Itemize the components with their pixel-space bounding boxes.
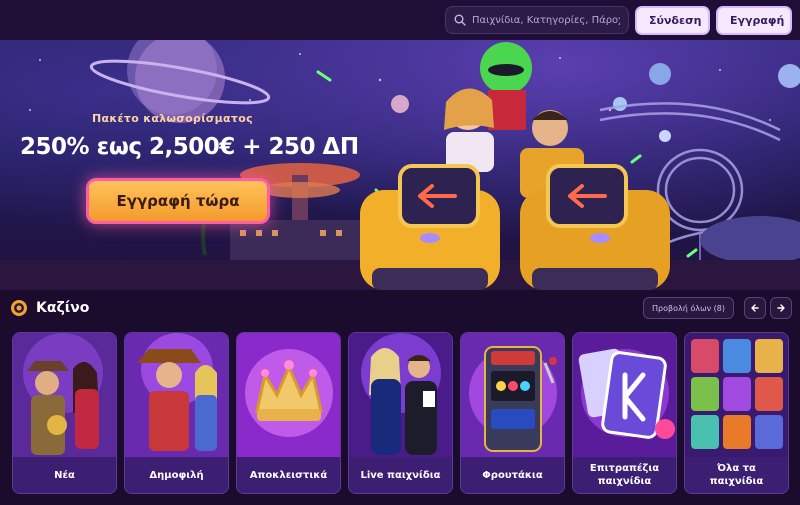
top-header: Σύνδεση Εγγραφή: [0, 0, 800, 40]
arrow-left-icon: [751, 304, 759, 312]
game-tiles-illustration: [685, 333, 788, 459]
card-label: Live παιχνίδια: [349, 457, 452, 493]
search-icon: [454, 14, 466, 26]
section-header: Καζίνο Προβολή όλων (8): [10, 296, 792, 320]
card-label: Όλα τα παιχνίδια: [685, 457, 788, 493]
category-card-slots[interactable]: Φρουτάκια: [460, 332, 565, 494]
hero-banner[interactable]: Πακέτο καλωσορίσματος 250% εως 2,500€ + …: [0, 40, 800, 290]
search-input[interactable]: [472, 14, 620, 26]
previous-button[interactable]: [744, 297, 766, 319]
register-now-button[interactable]: Εγγραφή τώρα: [86, 178, 270, 224]
search-box[interactable]: [445, 6, 629, 34]
page: Σύνδεση Εγγραφή: [0, 0, 800, 505]
cowboy-illustration: [125, 333, 228, 459]
casino-chip-icon: [11, 300, 27, 316]
view-all-button[interactable]: Προβολή όλων (8): [642, 297, 734, 319]
adventurer-illustration: [13, 333, 116, 459]
category-card-popular[interactable]: Δημοφιλή: [124, 332, 229, 494]
category-cards: Νέα Δημοφιλή Αποκλειστικά Live παιχνίδια…: [12, 332, 789, 494]
section-title: Καζίνο: [36, 300, 90, 316]
promo-title: 250% εως 2,500€ + 250 ΔΠ: [20, 134, 359, 160]
category-card-all-games[interactable]: Όλα τα παιχνίδια: [684, 332, 789, 494]
casino-section: Καζίνο Προβολή όλων (8) Νέα Δημοφιλή Απο…: [0, 290, 800, 505]
next-button[interactable]: [770, 297, 792, 319]
card-label: Επιτραπέζια παιχνίδια: [573, 457, 676, 493]
promo-subtitle: Πακέτο καλωσορίσματος: [92, 112, 253, 125]
slot-machine-illustration: [461, 333, 564, 459]
register-button[interactable]: Εγγραφή: [716, 5, 792, 35]
category-card-live[interactable]: Live παιχνίδια: [348, 332, 453, 494]
hero-illustration: [0, 40, 800, 290]
card-label: Φρουτάκια: [461, 457, 564, 493]
category-card-table-games[interactable]: Επιτραπέζια παιχνίδια: [572, 332, 677, 494]
arrow-right-icon: [777, 304, 785, 312]
card-label: Δημοφιλή: [125, 457, 228, 493]
crown-illustration: [237, 333, 340, 459]
live-dealers-illustration: [349, 333, 452, 459]
category-card-new[interactable]: Νέα: [12, 332, 117, 494]
category-card-exclusive[interactable]: Αποκλειστικά: [236, 332, 341, 494]
card-label: Νέα: [13, 457, 116, 493]
playing-cards-illustration: [573, 333, 676, 459]
card-label: Αποκλειστικά: [237, 457, 340, 493]
login-button[interactable]: Σύνδεση: [635, 5, 710, 35]
